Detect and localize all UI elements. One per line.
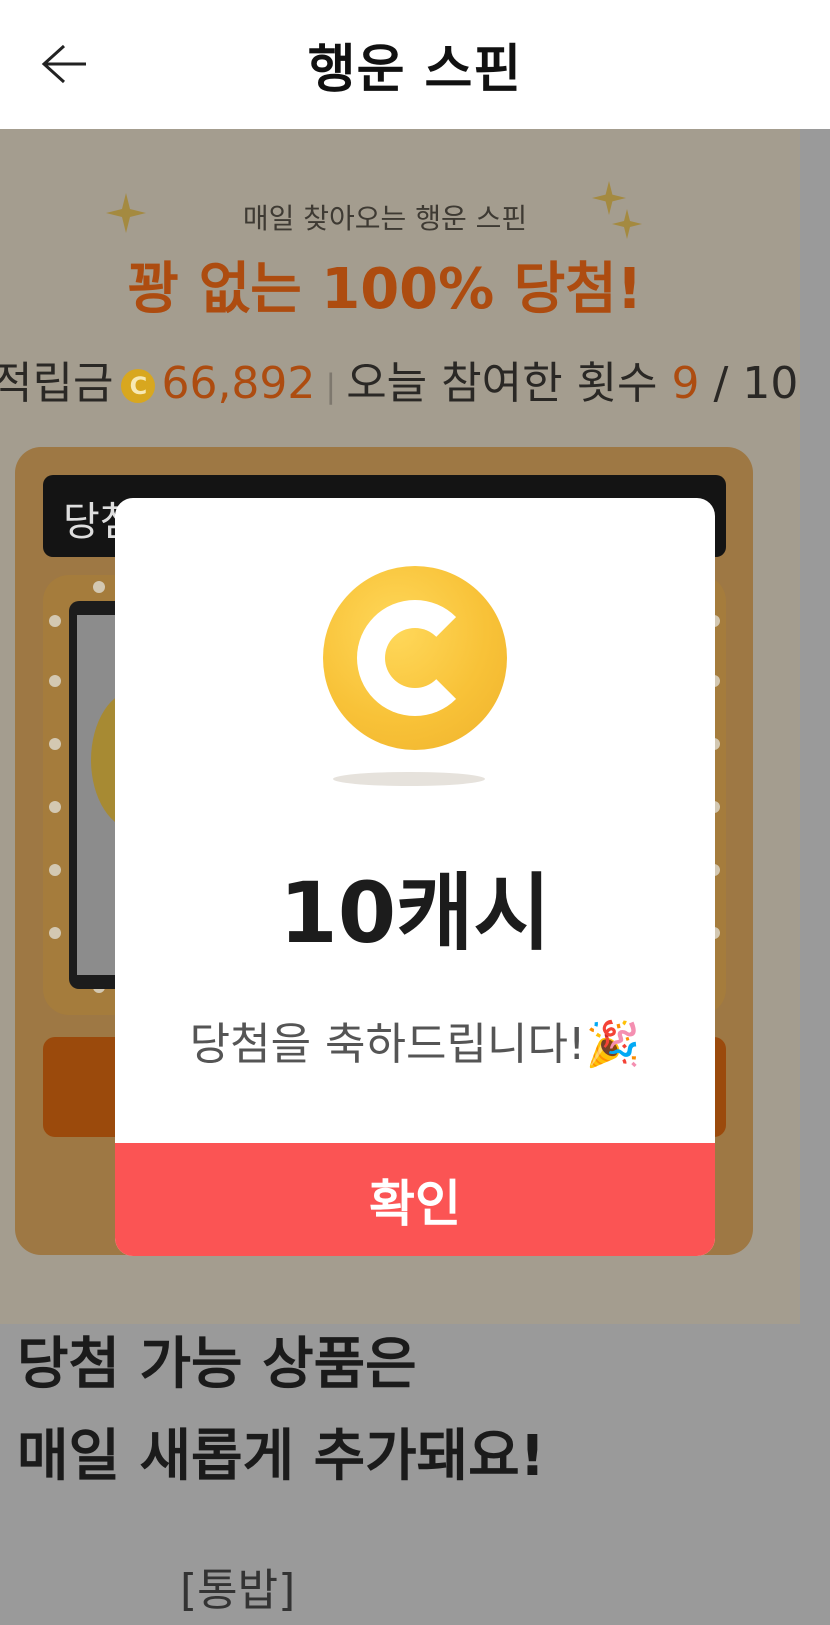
hero-subtitle: 매일 찾아오는 행운 스핀 — [242, 202, 528, 235]
balance-value: 66,892 — [161, 358, 316, 409]
coin-icon: C — [121, 369, 156, 403]
hero-headline: 꽝 없는 100% 당첨! — [127, 257, 643, 322]
lower-heading-line2: 매일 새롭게 추가돼요! — [17, 1424, 546, 1489]
coin-c-glyph — [357, 600, 473, 716]
product-label: [통밥] — [180, 1565, 296, 1616]
lower-heading: 당첨 가능 상품은 매일 새롭게 추가돼요! — [17, 1319, 545, 1503]
coin-shadow — [333, 772, 485, 786]
light-dot — [49, 864, 61, 876]
balance-label: 적립금 — [0, 358, 114, 409]
participation-label: 오늘 참여한 횟수 — [346, 358, 658, 409]
congrats-message: 당첨을 축하드립니다!🎉 — [189, 1019, 641, 1070]
app-header: 행운 스핀 — [0, 0, 830, 129]
light-dot — [49, 801, 61, 813]
participation-count: 9 — [671, 358, 700, 409]
light-dot — [93, 581, 105, 593]
light-dot — [49, 927, 61, 939]
lower-heading-line1: 당첨 가능 상품은 — [17, 1332, 417, 1397]
participation-total: / 10 — [713, 358, 799, 409]
light-dot — [49, 675, 61, 687]
coin-icon — [323, 566, 507, 750]
page-title: 행운 스핀 — [307, 40, 523, 100]
light-dot — [49, 738, 61, 750]
light-dot — [49, 615, 61, 627]
prize-dialog: 10캐시 당첨을 축하드립니다!🎉 확인 — [115, 498, 715, 1256]
arrow-left-icon[interactable] — [40, 42, 88, 86]
divider: | — [325, 367, 337, 405]
confirm-button[interactable]: 확인 — [115, 1143, 715, 1256]
prize-amount: 10캐시 — [279, 864, 551, 962]
stats-row: 적립금 C 66,892 | 오늘 참여한 횟수 9 / 10 — [0, 347, 798, 411]
